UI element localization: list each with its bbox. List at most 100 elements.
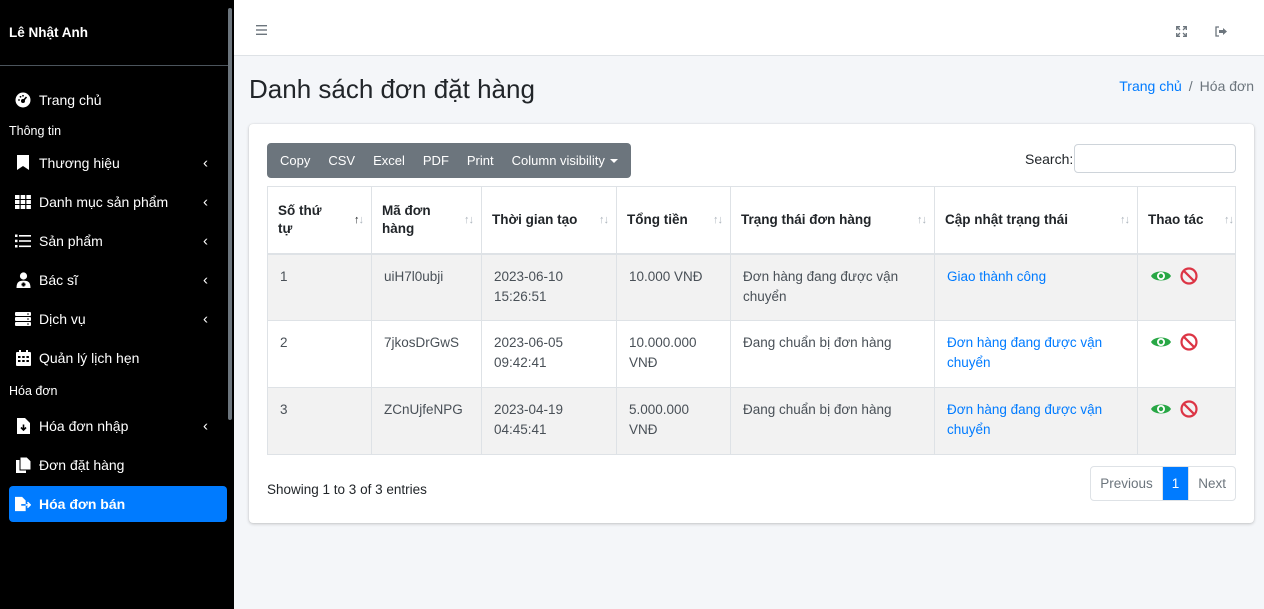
excel-button[interactable]: Excel (364, 143, 414, 178)
sidebar-item-appointments[interactable]: Quản lý lịch hẹn (0, 338, 234, 377)
cell-stt: 1 (267, 253, 372, 321)
sidebar-item-label: Hóa đơn bán (39, 496, 126, 512)
sidebar-item-doctors[interactable]: Bác sĩ ‹ (0, 260, 234, 299)
brand[interactable]: Lê Nhật Anh (0, 0, 228, 66)
sidebar-item-brands[interactable]: Thương hiệu ‹ (0, 143, 234, 182)
row-actions (1150, 266, 1225, 291)
eye-icon[interactable] (1150, 268, 1172, 290)
orders-table: Số thứ tự ↑↓ Mã đơn hàng ↑↓ Thời gian tạo ↑… (267, 186, 1236, 455)
cell-update: Đơn hàng đang được vận chuyển (934, 320, 1138, 388)
nav-header-info: Thông tin (9, 124, 62, 138)
cell-time: 2023-04-19 04:45:41 (481, 387, 617, 455)
copy-icon (15, 456, 31, 473)
cell-actions (1137, 253, 1236, 321)
row-actions (1150, 333, 1225, 357)
bookmark-icon (15, 155, 31, 171)
update-status-link[interactable]: Đơn hàng đang được vận chuyển (947, 335, 1102, 370)
sidebar-item-label: Đơn đặt hàng (39, 456, 125, 473)
row-actions (1150, 400, 1225, 424)
header-label: Trạng thái đơn hàng (741, 212, 872, 228)
cell-code: uiH7l0ubji (371, 253, 482, 321)
cell-total: 10.000.000 VNĐ (616, 320, 731, 388)
nav-header-invoice: Hóa đơn (9, 384, 58, 398)
search-input[interactable] (1074, 144, 1236, 173)
eye-icon[interactable] (1150, 334, 1172, 356)
table-info: Showing 1 to 3 of 3 entries (267, 482, 427, 497)
ban-icon[interactable] (1180, 266, 1198, 291)
breadcrumb-current: Hóa đơn (1199, 78, 1254, 94)
sidebar-item-categories[interactable]: Danh mục sản phẩm ‹ (0, 182, 234, 221)
breadcrumb-separator: / (1188, 78, 1193, 94)
page-1-button[interactable]: 1 (1161, 467, 1189, 500)
list-icon (15, 233, 31, 249)
header-total[interactable]: Tổng tiền ↑↓ (616, 186, 731, 255)
sidebar: Lê Nhật Anh Trang chủ Thông tin Thương h… (0, 0, 234, 609)
sidebar-item-label: Bác sĩ (39, 271, 78, 288)
sidebar-item-home[interactable]: Trang chủ (0, 80, 234, 119)
update-status-link[interactable]: Đơn hàng đang được vận chuyển (947, 402, 1102, 437)
export-button-group: Copy CSV Excel PDF Print Column visibili… (267, 143, 631, 178)
sidebar-item-orders[interactable]: Đơn đặt hàng (0, 445, 234, 484)
breadcrumb-home[interactable]: Trang chủ (1119, 78, 1182, 94)
header-stt[interactable]: Số thứ tự ↑↓ (267, 186, 372, 255)
cell-update: Giao thành công (934, 253, 1138, 321)
chevron-left-icon: ‹ (203, 154, 208, 171)
header-status[interactable]: Trạng thái đơn hàng ↑↓ (730, 186, 935, 255)
print-button[interactable]: Print (458, 143, 503, 178)
sidebar-item-import-invoice[interactable]: Hóa đơn nhập ‹ (0, 406, 234, 445)
table-row: 3 ZCnUjfeNPG 2023-04-19 04:45:41 5.000.0… (267, 387, 1236, 455)
sidebar-item-products[interactable]: Sản phẩm ‹ (0, 221, 234, 260)
total-text: 10.000.000 VNĐ (629, 335, 697, 370)
sidebar-item-label: Sản phẩm (39, 232, 103, 249)
sort-icon: ↑↓ (917, 213, 927, 226)
chevron-left-icon: ‹ (203, 310, 208, 327)
column-visibility-button[interactable]: Column visibility (503, 143, 627, 178)
sidebar-item-label: Dịch vụ (39, 310, 86, 327)
pagination: Previous 1 Next (1090, 466, 1236, 501)
file-import-icon (15, 417, 31, 434)
header-update[interactable]: Cập nhật trạng thái ↑↓ (934, 186, 1138, 255)
cell-status: Đang chuẩn bị đơn hàng (730, 387, 935, 455)
copy-button[interactable]: Copy (271, 143, 319, 178)
header-label: Mã đơn hàng (382, 202, 431, 236)
menu-icon[interactable] (256, 22, 267, 35)
calendar-icon (15, 349, 31, 366)
update-status-link[interactable]: Giao thành công (947, 269, 1046, 284)
sidebar-item-label: Hóa đơn nhập (39, 417, 129, 434)
sidebar-item-sales-invoice[interactable]: Hóa đơn bán (9, 486, 227, 522)
ban-icon[interactable] (1180, 400, 1198, 424)
sidebar-item-label: Quản lý lịch hẹn (39, 349, 140, 366)
eye-icon[interactable] (1150, 401, 1172, 423)
cell-stt: 3 (267, 387, 372, 455)
header-actions[interactable]: Thao tác ↑↓ (1137, 186, 1236, 255)
sort-icon: ↑↓ (599, 213, 609, 226)
pdf-button[interactable]: PDF (414, 143, 458, 178)
ban-icon[interactable] (1180, 333, 1198, 357)
logout-icon[interactable] (1215, 24, 1227, 40)
header-time[interactable]: Thời gian tạo ↑↓ (481, 186, 617, 255)
csv-button[interactable]: CSV (319, 143, 364, 178)
previous-button[interactable]: Previous (1091, 467, 1162, 500)
next-button[interactable]: Next (1188, 467, 1235, 500)
cell-actions (1137, 320, 1236, 388)
dashboard-icon (15, 92, 31, 108)
topbar (234, 0, 1264, 56)
page-title: Danh sách đơn đặt hàng (249, 74, 535, 104)
sort-icon: ↑↓ (713, 213, 723, 226)
cell-status: Đang chuẩn bị đơn hàng (730, 320, 935, 388)
breadcrumb: Trang chủ / Hóa đơn (1119, 78, 1254, 94)
sort-icon: ↑↓ (1120, 213, 1130, 226)
orders-card: Copy CSV Excel PDF Print Column visibili… (249, 124, 1254, 523)
sidebar-item-label: Danh mục sản phẩm (39, 193, 169, 210)
header-code[interactable]: Mã đơn hàng ↑↓ (371, 186, 482, 255)
chevron-left-icon: ‹ (203, 232, 208, 249)
sidebar-item-label: Thương hiệu (39, 154, 120, 171)
cell-time: 2023-06-05 09:42:41 (481, 320, 617, 388)
cell-status: Đơn hàng đang được vận chuyển (730, 253, 935, 321)
sidebar-item-services[interactable]: Dịch vụ ‹ (0, 299, 234, 338)
search-label: Search: (1025, 151, 1074, 167)
fullscreen-icon[interactable] (1176, 24, 1187, 40)
caret-down-icon (609, 158, 618, 163)
sort-asc-icon: ↑↓ (354, 213, 364, 226)
time-text: 2023-06-10 15:26:51 (494, 268, 564, 304)
